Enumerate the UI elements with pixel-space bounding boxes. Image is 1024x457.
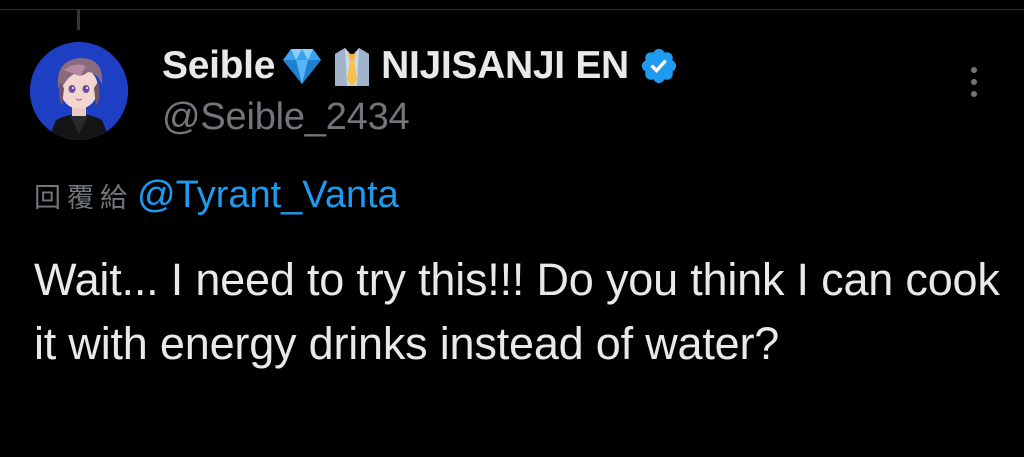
more-options-button[interactable] bbox=[962, 64, 986, 100]
author-org-name[interactable]: NIJISANJI EN bbox=[381, 44, 629, 88]
necktie-shirt-icon bbox=[329, 44, 375, 88]
tweet-header: Seible NIJISANJI EN @Seible_2434 bbox=[162, 40, 942, 139]
verified-badge-icon[interactable] bbox=[639, 46, 679, 86]
gem-stone-icon bbox=[279, 44, 325, 88]
thread-connector-line bbox=[77, 10, 80, 30]
replying-to-label: 回覆給 bbox=[34, 183, 133, 214]
avatar-image bbox=[30, 42, 128, 140]
replying-to-line: 回覆給 @Tyrant_Vanta bbox=[34, 174, 399, 217]
avatar[interactable] bbox=[30, 42, 128, 140]
author-name-row: Seible NIJISANJI EN bbox=[162, 40, 942, 92]
tweet-text: Wait... I need to try this!!! Do you thi… bbox=[34, 254, 1000, 369]
more-vertical-icon bbox=[971, 67, 977, 97]
author-display-name[interactable]: Seible bbox=[162, 44, 275, 88]
top-divider bbox=[0, 9, 1024, 10]
author-handle[interactable]: @Seible_2434 bbox=[162, 96, 942, 139]
reply-mention-link[interactable]: @Tyrant_Vanta bbox=[137, 174, 399, 217]
